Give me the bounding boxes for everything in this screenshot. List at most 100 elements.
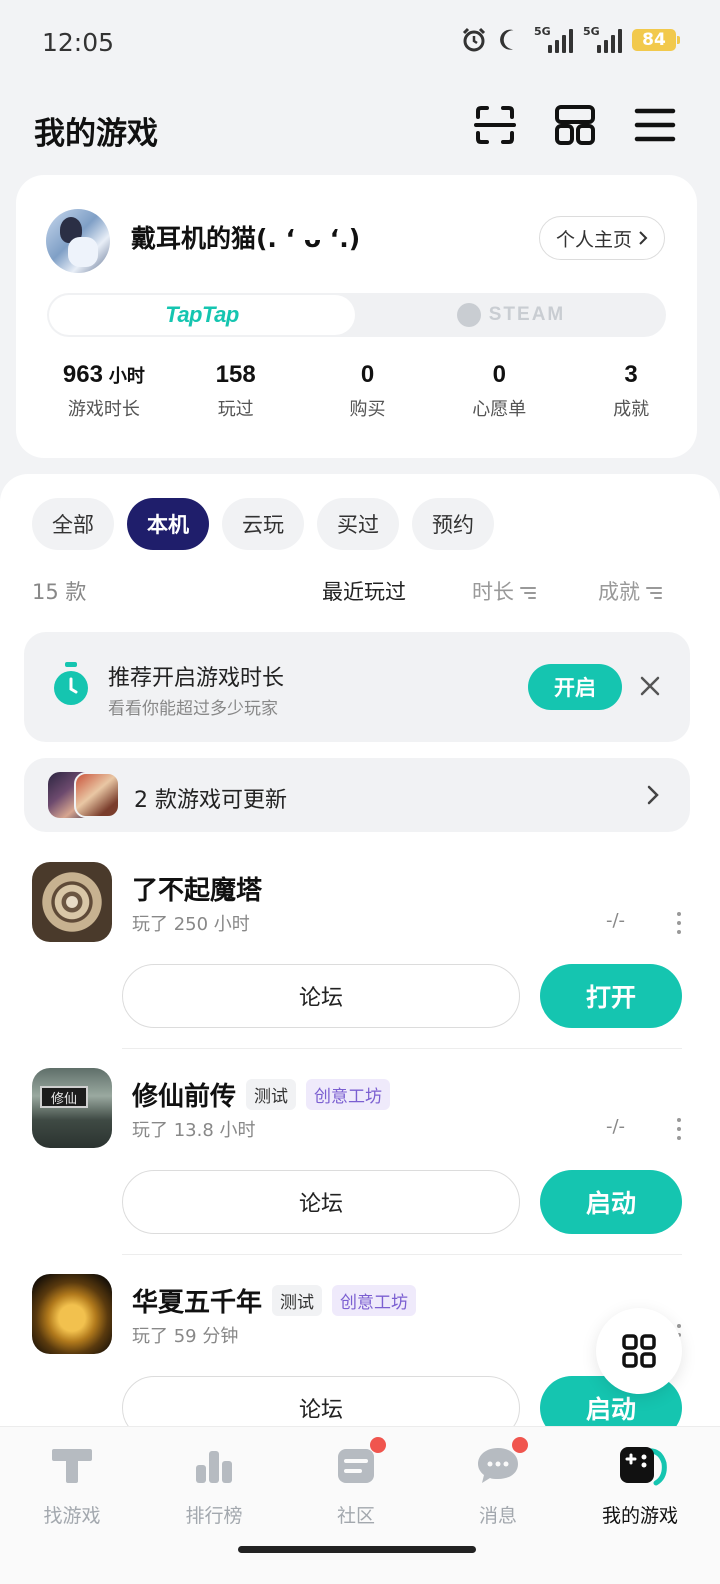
test-badge: 测试 (272, 1285, 323, 1316)
stat-label: 游戏时长 (67, 399, 140, 420)
status-bar: 12:05 5G 5G 84 (0, 0, 720, 86)
sort-duration[interactable]: 时长 (472, 576, 536, 606)
stat-played[interactable]: 158 玩过 (170, 361, 302, 421)
chevron-right-icon (647, 785, 659, 805)
nav-label: 消息 (478, 1505, 517, 1527)
scan-button[interactable] (472, 102, 518, 148)
nav-ranking[interactable]: 排行榜 (142, 1441, 286, 1528)
stat-value: 158 (215, 361, 256, 388)
filter-chips: 全部 本机 云玩 买过 预约 (32, 498, 494, 550)
ranking-icon (196, 1451, 232, 1483)
enable-playtime-button[interactable]: 开启 (528, 664, 622, 710)
sort-achievement[interactable]: 成就 (598, 576, 662, 606)
stat-label: 成就 (613, 399, 650, 420)
find-game-icon (52, 1449, 92, 1483)
stat-label: 购买 (349, 399, 386, 420)
game-icon[interactable] (32, 862, 112, 942)
filter-reserved[interactable]: 预约 (412, 498, 494, 550)
menu-button[interactable] (632, 102, 678, 148)
nav-my-games[interactable]: 我的游戏 (568, 1441, 712, 1528)
launch-button[interactable]: 启动 (540, 1170, 682, 1234)
nav-messages[interactable]: 消息 (426, 1437, 570, 1528)
games-sheet: 全部 本机 云玩 买过 预约 15 款 最近玩过 时长 成就 推荐开启游戏时长 … (0, 474, 720, 1440)
game-score: -/- (606, 910, 626, 931)
sort-duration-label: 时长 (472, 580, 514, 604)
filter-cloud[interactable]: 云玩 (222, 498, 304, 550)
nav-label: 社区 (336, 1505, 375, 1527)
game-thumbnail (74, 772, 120, 818)
open-button[interactable]: 打开 (540, 964, 682, 1028)
test-badge: 测试 (246, 1079, 297, 1110)
workshop-badge: 创意工坊 (332, 1285, 417, 1316)
nav-label: 我的游戏 (601, 1505, 678, 1527)
close-icon[interactable] (639, 675, 661, 697)
signal-icon: 5G (534, 25, 573, 53)
stat-playtime[interactable]: 963 小时 游戏时长 (38, 361, 170, 421)
game-name: 了不起魔塔 (132, 876, 263, 906)
stat-unit: 小时 (108, 366, 145, 387)
signal-icon-2: 5G (583, 25, 622, 53)
sort-recent[interactable]: 最近玩过 (322, 576, 406, 606)
game-playtime: 玩了 250 小时 (132, 914, 250, 935)
stat-achievements[interactable]: 3 成就 (565, 361, 697, 421)
game-name: 华夏五千年 (132, 1288, 263, 1318)
stat-value: 0 (492, 361, 506, 388)
sort-icon (646, 585, 662, 601)
nav-label: 排行榜 (185, 1505, 243, 1527)
sort-icon (520, 585, 536, 601)
game-item: 修仙 修仙前传 测试 创意工坊 玩了 13.8 小时 -/- 论坛 启动 (0, 1060, 720, 1266)
network-type-2: 5G (583, 25, 600, 38)
nav-community[interactable]: 社区 (284, 1437, 428, 1528)
stat-label: 心愿单 (472, 399, 527, 420)
filter-local[interactable]: 本机 (127, 498, 209, 550)
my-games-icon (620, 1447, 667, 1486)
stat-value: 0 (360, 361, 375, 388)
filter-bought[interactable]: 买过 (317, 498, 399, 550)
steam-label: STEAM (488, 304, 566, 325)
stat-wishlist[interactable]: 0 心愿单 (433, 361, 565, 421)
steam-logo: STEAM (456, 303, 566, 327)
username: 戴耳机的猫(. ‘ ᴗ ‘.) (131, 224, 361, 253)
game-count: 15 款 (32, 580, 87, 604)
more-options-icon[interactable] (676, 912, 682, 936)
stat-value: 963 (62, 361, 103, 388)
stats-row: 963 小时 游戏时长 158 玩过 0 购买 0 心愿单 3 成就 (16, 361, 697, 421)
status-time: 12:05 (42, 28, 115, 57)
nav-label: 找游戏 (43, 1505, 101, 1527)
game-playtime: 玩了 59 分钟 (132, 1326, 239, 1347)
filter-all[interactable]: 全部 (32, 498, 114, 550)
more-options-icon[interactable] (676, 1118, 682, 1142)
game-icon[interactable]: 修仙 (32, 1068, 112, 1148)
update-thumbnails (48, 772, 122, 818)
game-name: 修仙前传 (132, 1082, 237, 1112)
playtime-banner: 推荐开启游戏时长 看看你能超过多少玩家 开启 (24, 632, 690, 742)
page-title: 我的游戏 (34, 116, 158, 152)
game-icon[interactable] (32, 1274, 112, 1354)
update-text: 2 款游戏可更新 (134, 788, 287, 813)
forum-button[interactable]: 论坛 (122, 964, 520, 1028)
game-item: 了不起魔塔 玩了 250 小时 -/- 论坛 打开 (0, 854, 720, 1060)
alarm-icon (462, 27, 486, 52)
stat-label: 玩过 (217, 399, 254, 420)
bottom-nav: 找游戏 排行榜 社区 消息 我的游戏 (0, 1426, 720, 1584)
layout-button[interactable] (552, 102, 598, 148)
sort-row: 15 款 最近玩过 时长 成就 (32, 576, 682, 606)
taptap-logo: TapTap (165, 302, 239, 327)
sort-achievement-label: 成就 (598, 580, 640, 604)
workshop-badge: 创意工坊 (306, 1079, 391, 1110)
platform-tab-taptap[interactable]: TapTap (49, 295, 355, 335)
battery-icon: 84 (632, 29, 680, 51)
stopwatch-icon (54, 662, 88, 705)
avatar[interactable] (46, 209, 110, 273)
home-indicator[interactable] (238, 1546, 476, 1553)
platform-tab-steam[interactable]: STEAM (358, 295, 664, 335)
platform-switch: TapTap STEAM (47, 293, 666, 337)
floating-grid-button[interactable] (596, 1308, 682, 1394)
forum-button[interactable]: 论坛 (122, 1170, 520, 1234)
profile-card: 戴耳机的猫(. ‘ ᴗ ‘.) 个人主页 TapTap STEAM 963 小时 … (16, 175, 697, 458)
update-row[interactable]: 2 款游戏可更新 (24, 758, 690, 832)
homepage-button[interactable]: 个人主页 (538, 216, 665, 260)
status-icons: 5G 5G 84 (460, 25, 680, 54)
nav-find-game[interactable]: 找游戏 (0, 1441, 144, 1528)
stat-purchased[interactable]: 0 购买 (302, 361, 434, 421)
